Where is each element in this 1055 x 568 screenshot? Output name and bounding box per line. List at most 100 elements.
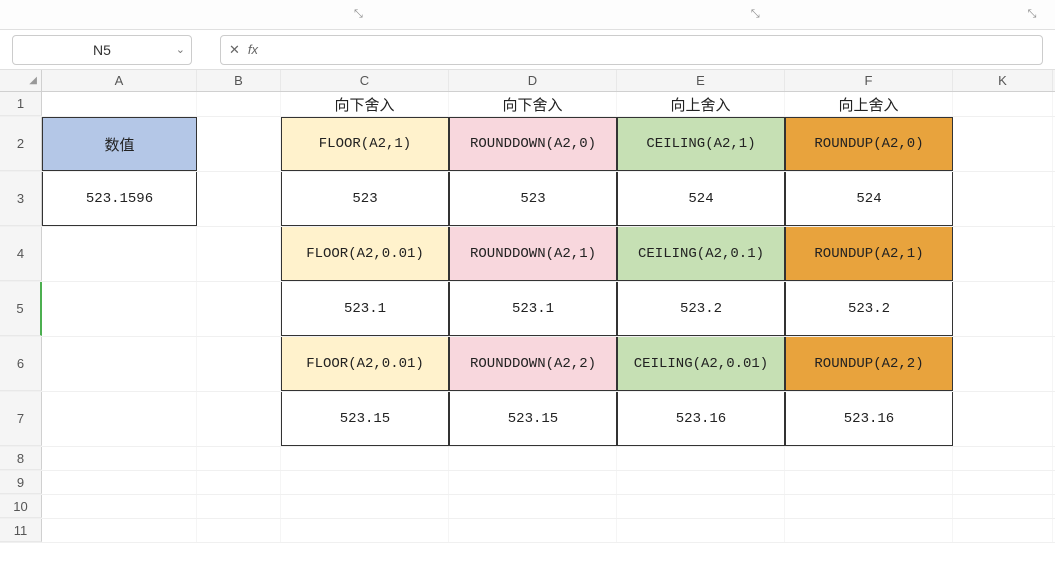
cell-A6[interactable]	[42, 337, 197, 391]
cell-F7[interactable]: 523.16	[785, 392, 953, 446]
cell-C7[interactable]: 523.15	[281, 392, 449, 446]
cell-A7[interactable]	[42, 392, 197, 446]
cell-B11[interactable]	[197, 519, 281, 542]
fx-icon[interactable]: fx	[248, 42, 258, 57]
cell-A4[interactable]	[42, 227, 197, 281]
cell-K5[interactable]	[953, 282, 1053, 336]
cell-A5[interactable]	[42, 282, 197, 336]
cell-K11[interactable]	[953, 519, 1053, 542]
cell-E10[interactable]	[617, 495, 785, 518]
cell-A10[interactable]	[42, 495, 197, 518]
cell-F4[interactable]: ROUNDUP(A2,1)	[785, 227, 953, 281]
cell-E3[interactable]: 524	[617, 172, 785, 226]
cell-A9[interactable]	[42, 471, 197, 494]
cell-E8[interactable]	[617, 447, 785, 470]
cell-B10[interactable]	[197, 495, 281, 518]
cell-K8[interactable]	[953, 447, 1053, 470]
row-header-9[interactable]: 9	[0, 471, 42, 494]
cell-F1[interactable]: 向上舍入	[785, 92, 953, 116]
cell-D4[interactable]: ROUNDDOWN(A2,1)	[449, 227, 617, 281]
cell-B9[interactable]	[197, 471, 281, 494]
cell-B7[interactable]	[197, 392, 281, 446]
cell-C9[interactable]	[281, 471, 449, 494]
cell-C5[interactable]: 523.1	[281, 282, 449, 336]
row-header-5[interactable]: 5	[0, 282, 42, 336]
cell-K1[interactable]	[953, 92, 1053, 116]
cell-B4[interactable]	[197, 227, 281, 281]
cell-F10[interactable]	[785, 495, 953, 518]
cell-F2[interactable]: ROUNDUP(A2,0)	[785, 117, 953, 171]
col-header-K[interactable]: K	[953, 70, 1053, 91]
cell-C10[interactable]	[281, 495, 449, 518]
cell-F11[interactable]	[785, 519, 953, 542]
cell-C3[interactable]: 523	[281, 172, 449, 226]
row-header-11[interactable]: 11	[0, 519, 42, 542]
cell-C2[interactable]: FLOOR(A2,1)	[281, 117, 449, 171]
col-header-F[interactable]: F	[785, 70, 953, 91]
cell-A3[interactable]: 523.1596	[42, 172, 197, 226]
row-header-7[interactable]: 7	[0, 392, 42, 446]
cell-D10[interactable]	[449, 495, 617, 518]
cancel-icon[interactable]: ✕	[229, 42, 240, 58]
row-header-8[interactable]: 8	[0, 447, 42, 470]
cell-E5[interactable]: 523.2	[617, 282, 785, 336]
cell-F6[interactable]: ROUNDUP(A2,2)	[785, 337, 953, 391]
formula-input[interactable]	[266, 37, 1034, 63]
cell-K2[interactable]	[953, 117, 1053, 171]
cell-E6[interactable]: CEILING(A2,0.01)	[617, 337, 785, 391]
row-header-3[interactable]: 3	[0, 172, 42, 226]
chevron-down-icon[interactable]: ⌄	[176, 43, 185, 56]
cell-D2[interactable]: ROUNDDOWN(A2,0)	[449, 117, 617, 171]
select-all-corner[interactable]: ◢	[0, 70, 42, 91]
section-expand-icon[interactable]: ⤡	[747, 8, 764, 21]
cell-D3[interactable]: 523	[449, 172, 617, 226]
cell-B1[interactable]	[197, 92, 281, 116]
cell-D9[interactable]	[449, 471, 617, 494]
cell-F8[interactable]	[785, 447, 953, 470]
row-header-4[interactable]: 4	[0, 227, 42, 281]
cell-D7[interactable]: 523.15	[449, 392, 617, 446]
col-header-B[interactable]: B	[197, 70, 281, 91]
cell-E1[interactable]: 向上舍入	[617, 92, 785, 116]
col-header-C[interactable]: C	[281, 70, 449, 91]
col-header-D[interactable]: D	[449, 70, 617, 91]
cell-E4[interactable]: CEILING(A2,0.1)	[617, 227, 785, 281]
cell-E2[interactable]: CEILING(A2,1)	[617, 117, 785, 171]
cell-E11[interactable]	[617, 519, 785, 542]
cell-C1[interactable]: 向下舍入	[281, 92, 449, 116]
cell-K10[interactable]	[953, 495, 1053, 518]
cell-K6[interactable]	[953, 337, 1053, 391]
cell-C8[interactable]	[281, 447, 449, 470]
cell-F3[interactable]: 524	[785, 172, 953, 226]
col-header-E[interactable]: E	[617, 70, 785, 91]
cell-C6[interactable]: FLOOR(A2,0.01)	[281, 337, 449, 391]
cell-A1[interactable]	[42, 92, 197, 116]
name-box[interactable]: N5 ⌄	[12, 35, 192, 65]
spreadsheet-grid[interactable]: ◢ A B C D E F K 1 向下舍入 向下舍入 向上舍入 向上舍入 2 …	[0, 70, 1055, 543]
cell-B6[interactable]	[197, 337, 281, 391]
cell-C4[interactable]: FLOOR(A2,0.01)	[281, 227, 449, 281]
cell-E7[interactable]: 523.16	[617, 392, 785, 446]
col-header-A[interactable]: A	[42, 70, 197, 91]
cell-D1[interactable]: 向下舍入	[449, 92, 617, 116]
section-expand-icon[interactable]: ⤡	[1024, 8, 1041, 21]
cell-E9[interactable]	[617, 471, 785, 494]
cell-K4[interactable]	[953, 227, 1053, 281]
cell-B3[interactable]	[197, 172, 281, 226]
cell-K3[interactable]	[953, 172, 1053, 226]
cell-F5[interactable]: 523.2	[785, 282, 953, 336]
cell-B8[interactable]	[197, 447, 281, 470]
cell-D5[interactable]: 523.1	[449, 282, 617, 336]
cell-A8[interactable]	[42, 447, 197, 470]
cell-D6[interactable]: ROUNDDOWN(A2,2)	[449, 337, 617, 391]
cell-A11[interactable]	[42, 519, 197, 542]
cell-D11[interactable]	[449, 519, 617, 542]
row-header-1[interactable]: 1	[0, 92, 42, 116]
row-header-10[interactable]: 10	[0, 495, 42, 518]
cell-D8[interactable]	[449, 447, 617, 470]
row-header-6[interactable]: 6	[0, 337, 42, 391]
cell-F9[interactable]	[785, 471, 953, 494]
cell-C11[interactable]	[281, 519, 449, 542]
cell-K7[interactable]	[953, 392, 1053, 446]
cell-K9[interactable]	[953, 471, 1053, 494]
